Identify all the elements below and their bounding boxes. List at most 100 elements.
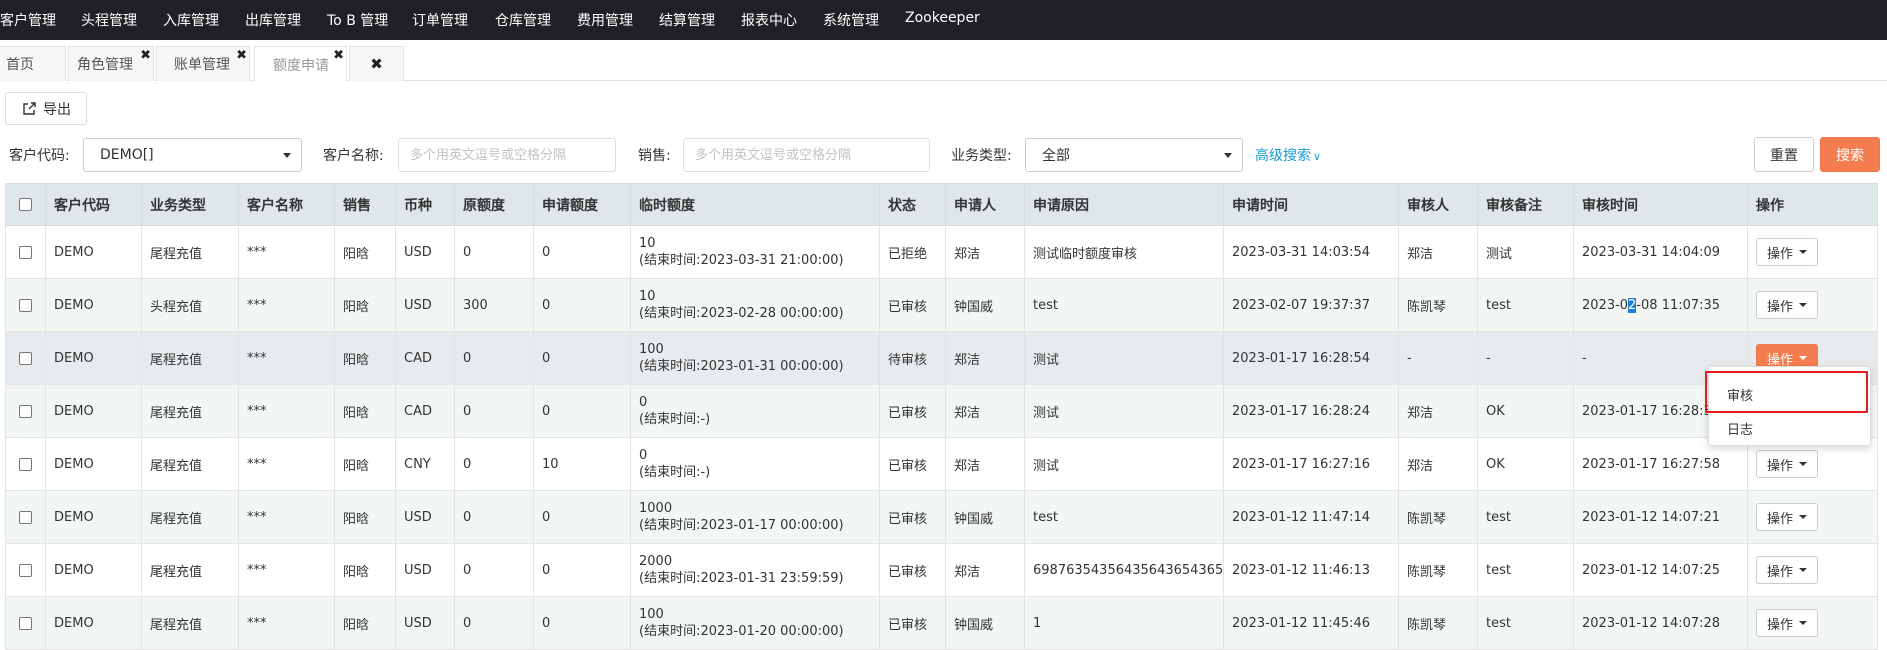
cell-type: 尾程充值	[141, 490, 239, 544]
cell-sales: 阳晗	[334, 225, 396, 279]
cell-op: 操作	[1747, 225, 1878, 279]
cell-code: DEMO	[45, 225, 142, 279]
cell-reviewer: 陈凯琴	[1398, 543, 1478, 597]
cell-apply-time: 2023-01-12 11:47:14	[1223, 490, 1399, 544]
nav-zookeeper[interactable]: Zookeeper	[905, 10, 980, 26]
close-icon[interactable]: ✖	[333, 49, 344, 62]
cell-status: 已审核	[879, 596, 946, 650]
cell-applicant: 郑洁	[945, 384, 1025, 438]
row-checkbox[interactable]	[19, 245, 32, 259]
cell-type: 尾程充值	[141, 437, 239, 491]
customer-code-select[interactable]: DEMO[]	[83, 138, 302, 172]
row-checkbox[interactable]	[19, 404, 32, 418]
cell-review-time: 2023-01-12 14:07:21	[1573, 490, 1748, 544]
col-header: 客户名称	[238, 183, 335, 226]
menu-item-log[interactable]: 日志	[1727, 419, 1753, 438]
customer-name-input[interactable]	[398, 138, 616, 172]
sales-input[interactable]	[683, 138, 930, 172]
col-header: 申请额度	[533, 183, 631, 226]
operation-label: 操作	[1767, 564, 1794, 580]
tab-role[interactable]: 角色管理 ✖	[68, 46, 154, 81]
tab-quota-label: 额度申请	[273, 57, 329, 74]
nav-tob[interactable]: To B 管理	[327, 10, 388, 30]
business-type-select[interactable]: 全部	[1025, 138, 1243, 172]
nav-customer[interactable]: 客户管理	[0, 10, 56, 30]
table-row: DEMO 尾程充值 *** 阳晗 USD 0 0 10 (结束时间:2023-03…	[5, 225, 1878, 279]
search-button[interactable]: 搜索	[1820, 137, 1880, 172]
operation-label: 操作	[1767, 511, 1794, 527]
cell-review-time: 2023-01-12 14:07:25	[1573, 543, 1748, 597]
temp-value: 10	[639, 236, 656, 251]
row-checkbox[interactable]	[19, 616, 32, 630]
cell-orig: 0	[454, 225, 534, 279]
cell-orig: 0	[454, 331, 534, 385]
nav-inbound[interactable]: 入库管理	[163, 10, 219, 30]
table-row: DEMO 头程充值 *** 阳晗 USD 300 0 10 (结束时间:2023-…	[5, 278, 1878, 332]
export-button[interactable]: 导出	[5, 92, 87, 125]
table-row: DEMO 尾程充值 *** 阳晗 USD 0 0 100 (结束时间:2023-0…	[5, 596, 1878, 650]
review-time-part: 2023-0	[1582, 297, 1629, 313]
row-checkbox[interactable]	[19, 298, 32, 312]
tab-home[interactable]: 首页	[0, 46, 66, 81]
operation-button[interactable]: 操作	[1756, 609, 1819, 637]
cell-type: 尾程充值	[141, 384, 239, 438]
row-checkbox[interactable]	[19, 563, 32, 577]
cell-currency: USD	[395, 543, 455, 597]
operation-button[interactable]: 操作	[1756, 238, 1819, 266]
reset-button[interactable]: 重置	[1754, 137, 1814, 172]
operation-button[interactable]: 操作	[1756, 556, 1819, 584]
cell-remark: test	[1477, 543, 1574, 597]
row-select-cell	[5, 437, 46, 491]
cell-currency: USD	[395, 225, 455, 279]
nav-report[interactable]: 报表中心	[741, 10, 797, 30]
nav-first-leg[interactable]: 头程管理	[81, 10, 137, 30]
cell-type: 尾程充值	[141, 543, 239, 597]
nav-outbound[interactable]: 出库管理	[245, 10, 301, 30]
tab-quota[interactable]: 额度申请 ✖	[254, 46, 347, 82]
select-all-checkbox[interactable]	[19, 198, 32, 211]
cell-apply-time: 2023-01-12 11:46:13	[1223, 543, 1399, 597]
operation-button[interactable]: 操作	[1756, 291, 1819, 319]
cell-temp: 2000 (结束时间:2023-01-31 23:59:59)	[630, 543, 880, 597]
cell-type: 尾程充值	[141, 331, 239, 385]
chevron-down-icon	[1799, 515, 1808, 519]
cell-sales: 阳晗	[334, 490, 396, 544]
temp-value: 0	[639, 448, 648, 463]
sales-label: 销售:	[638, 148, 671, 164]
nav-warehouse[interactable]: 仓库管理	[495, 10, 551, 30]
cell-temp: 100 (结束时间:2023-01-31 00:00:00)	[630, 331, 880, 385]
row-checkbox[interactable]	[19, 510, 32, 524]
cell-reviewer: -	[1398, 331, 1478, 385]
cell-reason: test	[1024, 490, 1224, 544]
nav-system[interactable]: 系统管理	[823, 10, 879, 30]
cell-sales: 阳晗	[334, 437, 396, 491]
row-checkbox[interactable]	[19, 351, 32, 365]
col-header: 销售	[334, 183, 396, 226]
col-header: 临时额度	[630, 183, 880, 226]
operation-button[interactable]: 操作	[1756, 450, 1819, 478]
row-checkbox[interactable]	[19, 457, 32, 471]
operation-button[interactable]: 操作	[1756, 503, 1819, 531]
cell-review-time: 2023-03-31 14:04:09	[1573, 225, 1748, 279]
close-icon[interactable]: ✖	[236, 49, 247, 62]
temp-end: (结束时间:2023-01-31 23:59:59)	[639, 571, 844, 586]
cell-remark: 测试	[1477, 225, 1574, 279]
review-time-part: -08 11:07:35	[1636, 297, 1721, 313]
cell-temp: 10 (结束时间:2023-03-31 21:00:00)	[630, 225, 880, 279]
close-all-tabs-button[interactable]: ✖	[349, 46, 404, 81]
nav-fee[interactable]: 费用管理	[577, 10, 633, 30]
tab-bill[interactable]: 账单管理 ✖	[156, 46, 250, 81]
cell-op: 操作	[1747, 543, 1878, 597]
export-label: 导出	[43, 101, 71, 118]
nav-order[interactable]: 订单管理	[412, 10, 468, 30]
reset-label: 重置	[1770, 147, 1798, 164]
cell-code: DEMO	[45, 437, 142, 491]
cell-apply: 0	[533, 596, 631, 650]
table-row: DEMO 尾程充值 *** 阳晗 USD 0 0 2000 (结束时间:2023-…	[5, 543, 1878, 597]
cell-code: DEMO	[45, 278, 142, 332]
cell-orig: 0	[454, 596, 534, 650]
close-icon[interactable]: ✖	[140, 49, 151, 62]
cell-status: 待审核	[879, 331, 946, 385]
nav-settlement[interactable]: 结算管理	[659, 10, 715, 30]
advanced-search-link[interactable]: 高级搜索 ∨	[1255, 145, 1321, 165]
